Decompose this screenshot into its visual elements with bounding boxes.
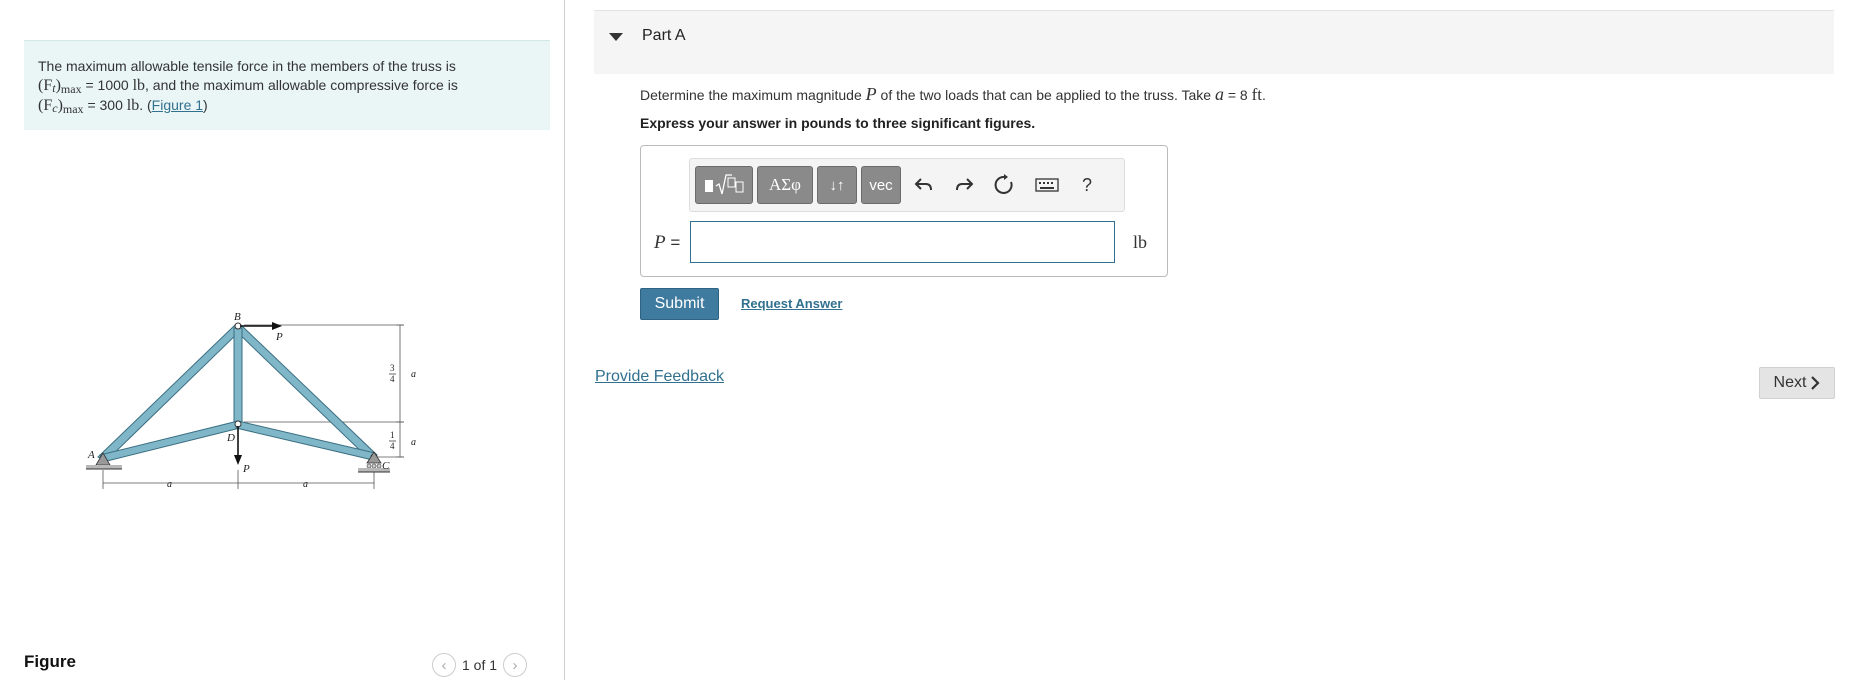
question-unit: ft: [1251, 85, 1262, 104]
period: . (: [139, 97, 152, 113]
label-four-top: 4: [390, 374, 395, 384]
answer-box: ΑΣφ ↓↑ vec ? P = lb: [640, 145, 1168, 277]
panel-divider: [564, 0, 565, 680]
request-answer-link[interactable]: Request Answer: [741, 296, 842, 311]
question-eq: = 8: [1223, 87, 1252, 103]
ft-f: (F: [38, 77, 53, 94]
figure-label: Figure: [24, 652, 76, 671]
answer-label: P =: [654, 232, 680, 254]
answer-eq: =: [665, 233, 681, 252]
label-a-left: a: [167, 479, 172, 490]
ft-unit: lb: [132, 77, 146, 94]
question-end: .: [1261, 87, 1266, 103]
instruction-text: Express your answer in pounds to three s…: [640, 115, 1036, 131]
question-mid: of the two loads that can be applied to …: [876, 87, 1215, 103]
dimension-lines: [102, 324, 404, 489]
fc-symbol: (Fc): [38, 97, 63, 115]
label-a-top: a: [411, 369, 416, 380]
close-paren: ): [203, 97, 208, 113]
reset-icon[interactable]: [990, 166, 1018, 204]
next-button[interactable]: Next: [1759, 367, 1835, 399]
ft-max: max: [60, 82, 82, 96]
question-text: Determine the maximum magnitude P of the…: [640, 84, 1266, 105]
figure-link[interactable]: Figure 1: [152, 97, 203, 113]
help-button[interactable]: ?: [1074, 166, 1100, 204]
template-sqrt-icon[interactable]: [695, 166, 753, 204]
label-b: B: [234, 311, 241, 323]
vec-button[interactable]: vec: [861, 166, 901, 204]
ft-value: = 1000: [81, 77, 133, 93]
undo-icon[interactable]: [910, 166, 938, 204]
next-label: Next: [1773, 374, 1807, 391]
chevron-right-icon: [1811, 376, 1821, 390]
question-a: a: [1214, 84, 1224, 104]
fc-c: c: [52, 101, 58, 115]
pager-text: 1 of 1: [462, 657, 498, 673]
redo-icon[interactable]: [950, 166, 978, 204]
load-arrow-horizontal: [240, 322, 282, 330]
truss-figure: B P A D P C a a a a 3 4 1 4: [86, 311, 416, 490]
label-a-bottom: a: [411, 437, 416, 448]
math-toolbar: ΑΣφ ↓↑ vec ?: [689, 158, 1125, 212]
left-panel: The maximum allowable tensile force in t…: [0, 0, 564, 680]
caret-down-icon[interactable]: [609, 33, 623, 41]
label-c: C: [382, 460, 390, 472]
arrows-button[interactable]: ↓↑: [817, 166, 857, 204]
figure-pager: ‹ 1 of 1 ›: [432, 652, 528, 678]
problem-statement: The maximum allowable tensile force in t…: [24, 40, 550, 130]
label-p-bottom: P: [242, 463, 250, 475]
submit-button[interactable]: Submit: [640, 288, 719, 320]
question-var: P: [865, 84, 877, 104]
question-pre: Determine the maximum magnitude: [640, 87, 866, 103]
label-a-right: a: [303, 479, 308, 490]
fc-unit: lb: [126, 97, 140, 114]
greek-symbols-button[interactable]: ΑΣφ: [757, 166, 813, 204]
label-three: 3: [390, 363, 395, 373]
unit-label: lb: [1133, 232, 1148, 252]
label-p-top: P: [275, 331, 283, 343]
label-four-bottom: 4: [390, 441, 395, 451]
load-arrow-vertical: [234, 426, 242, 465]
keyboard-icon[interactable]: [1032, 166, 1062, 204]
label-one: 1: [390, 430, 395, 440]
provide-feedback-link[interactable]: Provide Feedback: [595, 368, 724, 386]
answer-var: P: [654, 232, 666, 253]
fc-f: (F: [38, 97, 53, 114]
chevron-right-icon[interactable]: ›: [503, 653, 528, 677]
answer-input[interactable]: [690, 221, 1115, 263]
ft-symbol: (Ft): [38, 77, 61, 95]
ft-t: t: [52, 81, 56, 95]
problem-line-2: , and the maximum allowable compressive …: [145, 77, 458, 93]
label-a: A: [87, 449, 95, 461]
part-a-header[interactable]: Part A: [594, 10, 1834, 74]
part-title: Part A: [642, 27, 686, 44]
fc-max: max: [62, 102, 84, 116]
fc-value: = 300: [83, 97, 127, 113]
label-d: D: [226, 432, 235, 444]
problem-line-1: The maximum allowable tensile force in t…: [38, 58, 456, 74]
chevron-left-icon[interactable]: ‹: [432, 653, 456, 677]
